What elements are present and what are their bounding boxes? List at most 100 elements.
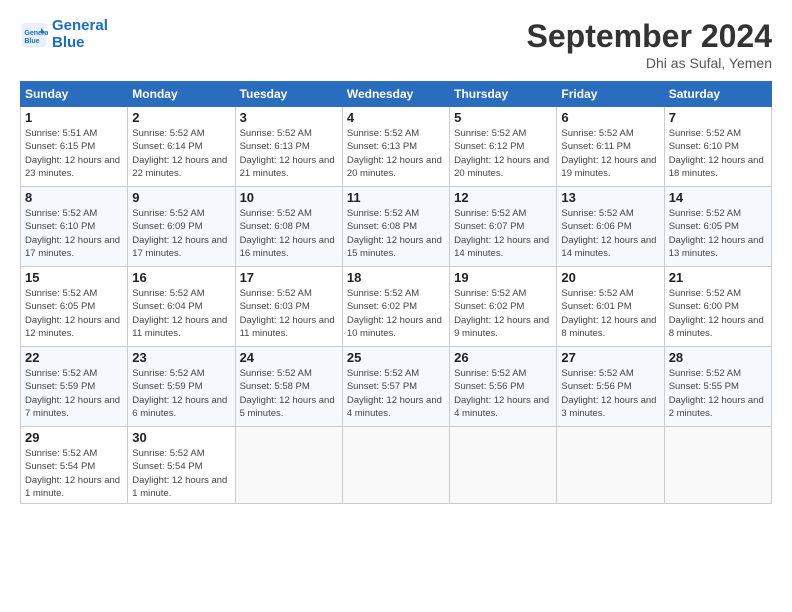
day-number: 11 [347, 190, 445, 205]
calendar-cell: 15 Sunrise: 5:52 AMSunset: 6:05 PMDaylig… [21, 267, 128, 347]
day-info: Sunrise: 5:52 AMSunset: 6:02 PMDaylight:… [454, 288, 549, 339]
calendar-cell: 11 Sunrise: 5:52 AMSunset: 6:08 PMDaylig… [342, 187, 449, 267]
calendar-cell [450, 427, 557, 504]
calendar-cell: 4 Sunrise: 5:52 AMSunset: 6:13 PMDayligh… [342, 107, 449, 187]
day-number: 15 [25, 270, 123, 285]
day-number: 26 [454, 350, 552, 365]
calendar-cell: 12 Sunrise: 5:52 AMSunset: 6:07 PMDaylig… [450, 187, 557, 267]
day-info: Sunrise: 5:52 AMSunset: 6:13 PMDaylight:… [347, 128, 442, 179]
day-number: 1 [25, 110, 123, 125]
day-number: 17 [240, 270, 338, 285]
calendar-cell: 22 Sunrise: 5:52 AMSunset: 5:59 PMDaylig… [21, 347, 128, 427]
day-info: Sunrise: 5:52 AMSunset: 6:14 PMDaylight:… [132, 128, 227, 179]
day-number: 28 [669, 350, 767, 365]
day-number: 24 [240, 350, 338, 365]
calendar-cell: 20 Sunrise: 5:52 AMSunset: 6:01 PMDaylig… [557, 267, 664, 347]
day-number: 19 [454, 270, 552, 285]
day-number: 2 [132, 110, 230, 125]
col-monday: Monday [128, 82, 235, 107]
calendar-week-1: 1 Sunrise: 5:51 AMSunset: 6:15 PMDayligh… [21, 107, 772, 187]
header: General Blue General Blue September 2024… [20, 18, 772, 71]
day-info: Sunrise: 5:52 AMSunset: 6:05 PMDaylight:… [669, 208, 764, 259]
col-friday: Friday [557, 82, 664, 107]
calendar-cell: 1 Sunrise: 5:51 AMSunset: 6:15 PMDayligh… [21, 107, 128, 187]
calendar-header-row: Sunday Monday Tuesday Wednesday Thursday… [21, 82, 772, 107]
logo-icon: General Blue [20, 21, 48, 49]
calendar-cell [557, 427, 664, 504]
calendar-cell [342, 427, 449, 504]
calendar-cell [664, 427, 771, 504]
page: General Blue General Blue September 2024… [0, 0, 792, 514]
calendar-cell: 18 Sunrise: 5:52 AMSunset: 6:02 PMDaylig… [342, 267, 449, 347]
title-block: September 2024 Dhi as Sufal, Yemen [527, 18, 772, 71]
day-number: 3 [240, 110, 338, 125]
day-info: Sunrise: 5:52 AMSunset: 6:07 PMDaylight:… [454, 208, 549, 259]
calendar-cell: 14 Sunrise: 5:52 AMSunset: 6:05 PMDaylig… [664, 187, 771, 267]
calendar-cell: 24 Sunrise: 5:52 AMSunset: 5:58 PMDaylig… [235, 347, 342, 427]
day-number: 20 [561, 270, 659, 285]
day-info: Sunrise: 5:52 AMSunset: 6:10 PMDaylight:… [25, 208, 120, 259]
day-number: 16 [132, 270, 230, 285]
day-info: Sunrise: 5:52 AMSunset: 5:58 PMDaylight:… [240, 368, 335, 419]
day-number: 14 [669, 190, 767, 205]
day-number: 8 [25, 190, 123, 205]
day-number: 5 [454, 110, 552, 125]
calendar-cell: 27 Sunrise: 5:52 AMSunset: 5:56 PMDaylig… [557, 347, 664, 427]
day-number: 25 [347, 350, 445, 365]
calendar-cell [235, 427, 342, 504]
calendar-cell: 19 Sunrise: 5:52 AMSunset: 6:02 PMDaylig… [450, 267, 557, 347]
col-saturday: Saturday [664, 82, 771, 107]
calendar-cell: 2 Sunrise: 5:52 AMSunset: 6:14 PMDayligh… [128, 107, 235, 187]
day-info: Sunrise: 5:52 AMSunset: 6:04 PMDaylight:… [132, 288, 227, 339]
day-number: 9 [132, 190, 230, 205]
col-wednesday: Wednesday [342, 82, 449, 107]
calendar-cell: 21 Sunrise: 5:52 AMSunset: 6:00 PMDaylig… [664, 267, 771, 347]
calendar-cell: 25 Sunrise: 5:52 AMSunset: 5:57 PMDaylig… [342, 347, 449, 427]
day-info: Sunrise: 5:52 AMSunset: 6:06 PMDaylight:… [561, 208, 656, 259]
day-info: Sunrise: 5:52 AMSunset: 5:54 PMDaylight:… [25, 448, 120, 499]
calendar-cell: 23 Sunrise: 5:52 AMSunset: 5:59 PMDaylig… [128, 347, 235, 427]
calendar-week-5: 29 Sunrise: 5:52 AMSunset: 5:54 PMDaylig… [21, 427, 772, 504]
svg-text:General: General [24, 30, 48, 37]
calendar-table: Sunday Monday Tuesday Wednesday Thursday… [20, 81, 772, 504]
calendar-cell: 3 Sunrise: 5:52 AMSunset: 6:13 PMDayligh… [235, 107, 342, 187]
calendar-cell: 28 Sunrise: 5:52 AMSunset: 5:55 PMDaylig… [664, 347, 771, 427]
day-number: 13 [561, 190, 659, 205]
day-info: Sunrise: 5:52 AMSunset: 6:11 PMDaylight:… [561, 128, 656, 179]
day-info: Sunrise: 5:52 AMSunset: 5:56 PMDaylight:… [561, 368, 656, 419]
day-info: Sunrise: 5:52 AMSunset: 6:10 PMDaylight:… [669, 128, 764, 179]
day-info: Sunrise: 5:52 AMSunset: 6:09 PMDaylight:… [132, 208, 227, 259]
day-info: Sunrise: 5:52 AMSunset: 5:55 PMDaylight:… [669, 368, 764, 419]
day-number: 18 [347, 270, 445, 285]
calendar-cell: 30 Sunrise: 5:52 AMSunset: 5:54 PMDaylig… [128, 427, 235, 504]
calendar-cell: 29 Sunrise: 5:52 AMSunset: 5:54 PMDaylig… [21, 427, 128, 504]
day-info: Sunrise: 5:52 AMSunset: 5:59 PMDaylight:… [132, 368, 227, 419]
calendar-cell: 8 Sunrise: 5:52 AMSunset: 6:10 PMDayligh… [21, 187, 128, 267]
calendar-cell: 17 Sunrise: 5:52 AMSunset: 6:03 PMDaylig… [235, 267, 342, 347]
calendar-week-2: 8 Sunrise: 5:52 AMSunset: 6:10 PMDayligh… [21, 187, 772, 267]
day-number: 29 [25, 430, 123, 445]
day-info: Sunrise: 5:52 AMSunset: 5:54 PMDaylight:… [132, 448, 227, 499]
day-info: Sunrise: 5:52 AMSunset: 6:12 PMDaylight:… [454, 128, 549, 179]
day-info: Sunrise: 5:52 AMSunset: 6:02 PMDaylight:… [347, 288, 442, 339]
day-number: 12 [454, 190, 552, 205]
calendar-week-4: 22 Sunrise: 5:52 AMSunset: 5:59 PMDaylig… [21, 347, 772, 427]
calendar-cell: 13 Sunrise: 5:52 AMSunset: 6:06 PMDaylig… [557, 187, 664, 267]
logo: General Blue General Blue [20, 18, 108, 51]
day-info: Sunrise: 5:52 AMSunset: 6:05 PMDaylight:… [25, 288, 120, 339]
day-info: Sunrise: 5:51 AMSunset: 6:15 PMDaylight:… [25, 128, 120, 179]
day-info: Sunrise: 5:52 AMSunset: 6:01 PMDaylight:… [561, 288, 656, 339]
calendar-week-3: 15 Sunrise: 5:52 AMSunset: 6:05 PMDaylig… [21, 267, 772, 347]
calendar-cell: 5 Sunrise: 5:52 AMSunset: 6:12 PMDayligh… [450, 107, 557, 187]
calendar-cell: 9 Sunrise: 5:52 AMSunset: 6:09 PMDayligh… [128, 187, 235, 267]
month-title: September 2024 [527, 18, 772, 55]
day-number: 10 [240, 190, 338, 205]
day-info: Sunrise: 5:52 AMSunset: 5:59 PMDaylight:… [25, 368, 120, 419]
calendar-cell: 10 Sunrise: 5:52 AMSunset: 6:08 PMDaylig… [235, 187, 342, 267]
col-thursday: Thursday [450, 82, 557, 107]
day-info: Sunrise: 5:52 AMSunset: 6:13 PMDaylight:… [240, 128, 335, 179]
day-number: 6 [561, 110, 659, 125]
day-info: Sunrise: 5:52 AMSunset: 6:08 PMDaylight:… [347, 208, 442, 259]
day-number: 23 [132, 350, 230, 365]
day-number: 4 [347, 110, 445, 125]
